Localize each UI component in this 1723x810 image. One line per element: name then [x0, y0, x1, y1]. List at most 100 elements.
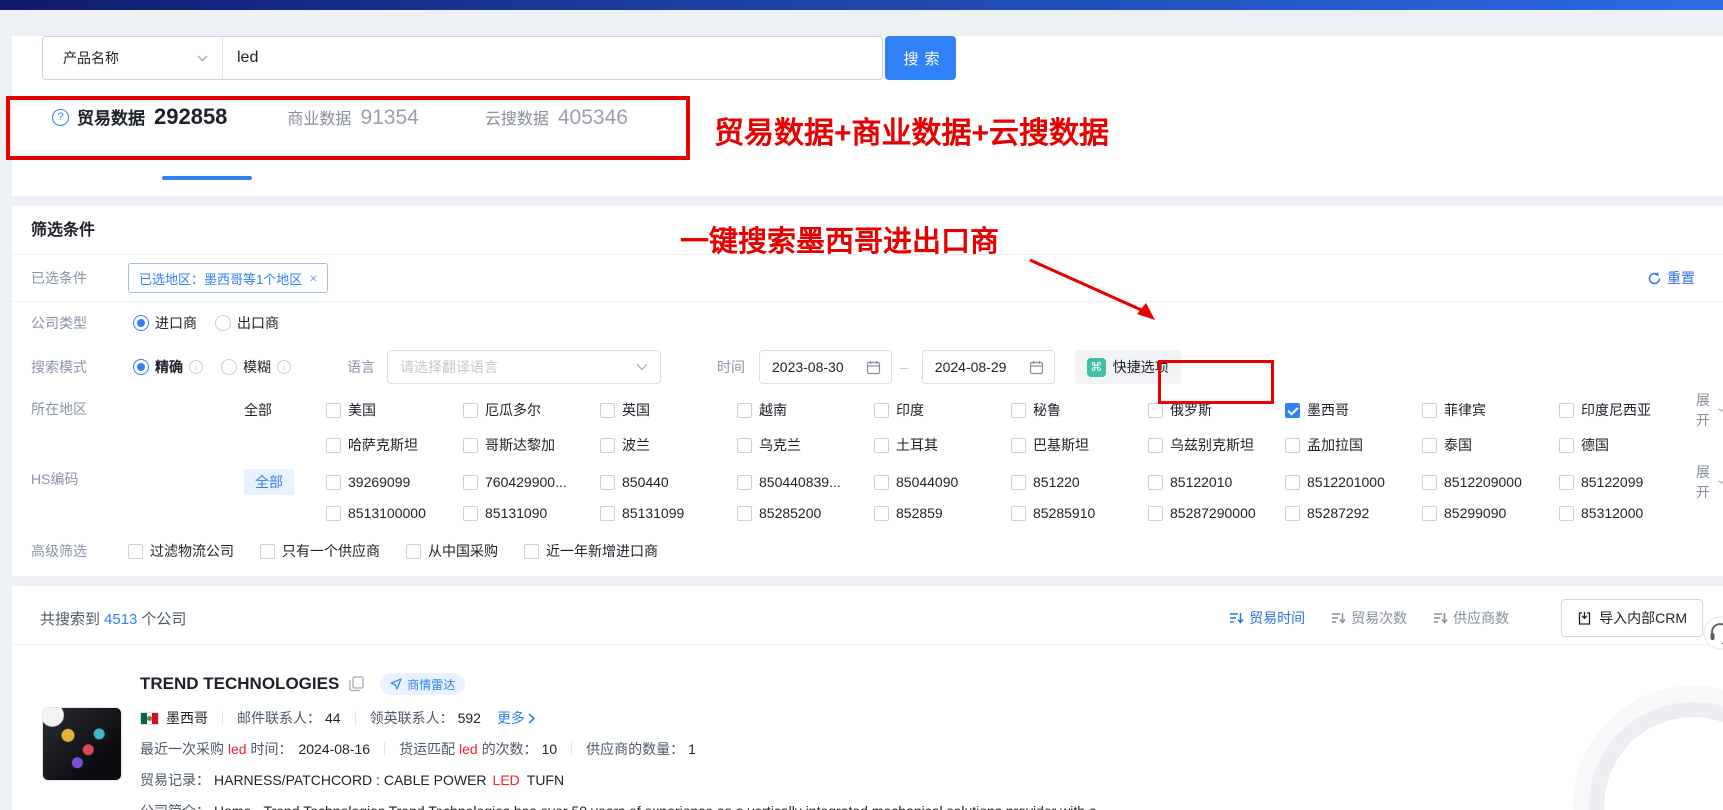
tab-business-data[interactable]: 商业数据 91354 [287, 105, 418, 130]
region-checkbox[interactable]: 美国 [326, 400, 463, 420]
checkbox-icon [1422, 506, 1437, 521]
region-checkbox[interactable]: 厄瓜多尔 [463, 400, 600, 420]
checkbox-icon [1559, 506, 1574, 521]
radio-importer[interactable]: 进口商 [133, 313, 197, 333]
region-checkbox[interactable]: 印度尼西亚 [1559, 400, 1696, 420]
advanced-checkbox[interactable]: 近一年新增进口商 [524, 541, 658, 561]
hs-checkbox[interactable]: 39269099 [326, 474, 463, 490]
radio-fuzzy[interactable]: 模糊 i [221, 357, 291, 377]
hs-checkbox[interactable]: 85122010 [1148, 474, 1285, 490]
checkbox-icon [874, 506, 889, 521]
business-radar-badge[interactable]: 商情雷达 [380, 673, 465, 695]
advanced-filter-label: 高级筛选 [12, 541, 128, 561]
headset-icon[interactable] [1703, 616, 1723, 653]
hs-checkbox[interactable]: 760429900... [463, 474, 600, 490]
tab-label: 商业数据 [287, 105, 351, 129]
sort-trade-time[interactable]: 贸易时间 [1229, 608, 1305, 628]
region-checkbox[interactable]: 乌兹别克斯坦 [1148, 435, 1285, 455]
region-checkbox[interactable]: 越南 [737, 400, 874, 420]
region-checkbox[interactable]: 孟加拉国 [1285, 435, 1422, 455]
region-checkbox[interactable]: 巴基斯坦 [1011, 435, 1148, 455]
region-checkbox[interactable]: 乌克兰 [737, 435, 874, 455]
more-link[interactable]: 更多 [497, 708, 535, 728]
hs-checkbox[interactable]: 8512201000 [1285, 474, 1422, 490]
checkbox-icon [1148, 438, 1163, 453]
region-all-button[interactable]: 全部 [244, 400, 326, 420]
checkbox-icon [1011, 438, 1026, 453]
divider [571, 742, 572, 756]
region-checkbox[interactable]: 英国 [600, 400, 737, 420]
checkbox-icon [1148, 475, 1163, 490]
hs-checkbox[interactable]: 85122099 [1559, 474, 1696, 490]
filter-panel: 筛选条件 已选条件 已选地区：墨西哥等1个地区 × 重置 公司类型 进口商 出口… [12, 206, 1723, 576]
chevron-down-icon [636, 363, 648, 371]
question-circle-icon[interactable]: ? [52, 109, 69, 126]
date-to-picker[interactable]: 2024-08-29 [922, 350, 1055, 384]
hs-checkbox[interactable]: 85285910 [1011, 505, 1148, 521]
tab-trade-data[interactable]: ? 贸易数据 292858 [52, 104, 227, 130]
hs-checkbox[interactable]: 852859 [874, 505, 1011, 521]
radio-exact[interactable]: 精确 i [133, 357, 203, 377]
copy-icon[interactable] [349, 676, 364, 692]
company-name[interactable]: TREND TECHNOLOGIES [140, 674, 339, 694]
region-checkbox[interactable]: 泰国 [1422, 435, 1559, 455]
hs-checkbox[interactable]: 85131090 [463, 505, 600, 521]
sort-supplier-count[interactable]: 供应商数 [1433, 608, 1509, 628]
checkbox-icon [326, 506, 341, 521]
checkbox-icon [1559, 403, 1574, 418]
selected-region-tag[interactable]: 已选地区：墨西哥等1个地区 × [128, 263, 328, 293]
region-checkbox[interactable]: 菲律宾 [1422, 400, 1559, 420]
region-checkbox[interactable]: 哥斯达黎加 [463, 435, 600, 455]
hs-checkbox[interactable]: 85299090 [1422, 505, 1559, 521]
linkedin-contacts-label: 领英联系人： [370, 708, 454, 728]
hs-checkbox[interactable]: 8512209000 [1422, 474, 1559, 490]
hs-checkbox[interactable]: 85287292 [1285, 505, 1422, 521]
sort-trade-count[interactable]: 贸易次数 [1331, 608, 1407, 628]
trade-record-label: 贸易记录： [140, 770, 210, 790]
hs-all-button[interactable]: 全部 [244, 469, 294, 495]
quick-options-button[interactable]: ⌘ 快捷选项 [1075, 350, 1181, 384]
hs-checkbox[interactable]: 85131099 [600, 505, 737, 521]
chevron-down-icon [197, 55, 208, 62]
checkbox-icon [737, 403, 752, 418]
hs-checkbox[interactable]: 850440839... [737, 474, 874, 490]
region-expand-button[interactable]: 展开 [1696, 390, 1723, 430]
search-category-dropdown[interactable]: 产品名称 [43, 37, 223, 79]
region-checkbox[interactable]: 德国 [1559, 435, 1696, 455]
checkbox-icon [874, 403, 889, 418]
results-summary: 共搜索到4513个公司 [40, 608, 186, 629]
region-checkbox[interactable]: 秘鲁 [1011, 400, 1148, 420]
tab-count: 91354 [360, 106, 418, 130]
date-from-picker[interactable]: 2023-08-30 [759, 350, 892, 384]
region-checkbox-mexico[interactable]: 墨西哥 [1285, 400, 1422, 420]
company-avatar[interactable] [42, 707, 122, 781]
advanced-checkbox[interactable]: 过滤物流公司 [128, 541, 234, 561]
hs-checkbox[interactable]: 8513100000 [326, 505, 463, 521]
region-checkbox[interactable]: 印度 [874, 400, 1011, 420]
hs-checkbox[interactable]: 850440 [600, 474, 737, 490]
radio-exporter[interactable]: 出口商 [215, 313, 279, 333]
info-icon[interactable]: i [277, 360, 291, 374]
tag-close-icon[interactable]: × [309, 270, 317, 286]
advanced-checkbox[interactable]: 只有一个供应商 [260, 541, 380, 561]
tab-cloud-search-data[interactable]: 云搜数据 405346 [485, 105, 628, 130]
region-checkbox[interactable]: 哈萨克斯坦 [326, 435, 463, 455]
search-button[interactable]: 搜索 [885, 36, 956, 80]
hs-checkbox[interactable]: 851220 [1011, 474, 1148, 490]
search-input[interactable] [223, 37, 882, 79]
import-crm-button[interactable]: 导入内部CRM [1561, 599, 1703, 637]
reset-button[interactable]: 重置 [1647, 268, 1695, 288]
hs-checkbox[interactable]: 85285200 [737, 505, 874, 521]
language-select[interactable]: 请选择翻译语言 [387, 350, 661, 384]
advanced-checkbox[interactable]: 从中国采购 [406, 541, 498, 561]
hs-checkbox[interactable]: 85044090 [874, 474, 1011, 490]
region-checkbox[interactable]: 波兰 [600, 435, 737, 455]
checkbox-icon [874, 438, 889, 453]
region-checkbox[interactable]: 土耳其 [874, 435, 1011, 455]
hs-checkbox[interactable]: 85287290000 [1148, 505, 1285, 521]
info-icon[interactable]: i [189, 360, 203, 374]
hs-checkbox[interactable]: 85312000 [1559, 505, 1696, 521]
radio-icon [133, 359, 149, 375]
region-checkbox[interactable]: 俄罗斯 [1148, 400, 1285, 420]
freight-match-count: 10 [542, 741, 558, 757]
